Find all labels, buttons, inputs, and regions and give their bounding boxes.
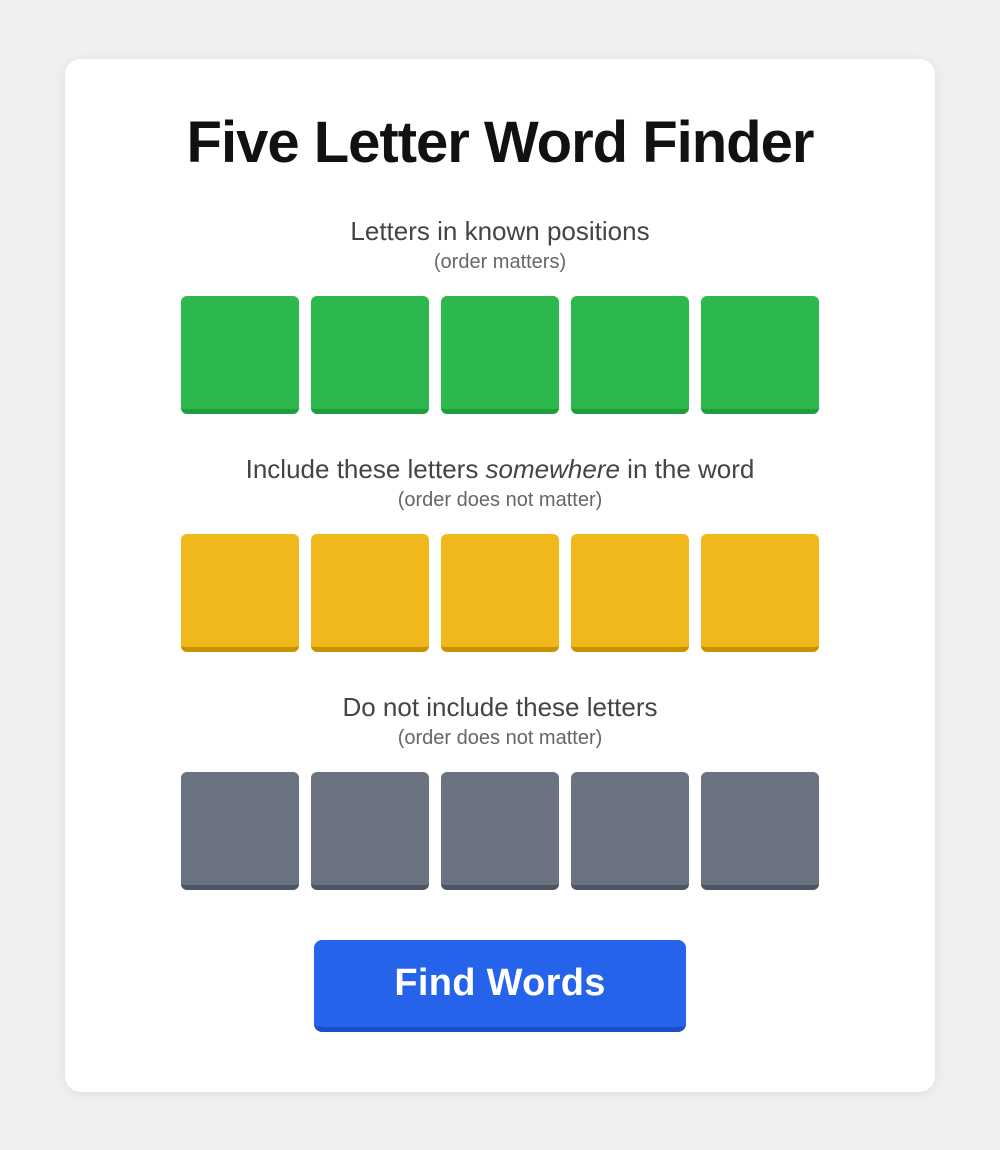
page-title: Five Letter Word Finder <box>187 109 814 176</box>
known-input-2[interactable] <box>311 296 429 409</box>
somewhere-input-3[interactable] <box>441 534 559 647</box>
somewhere-tile-1[interactable] <box>181 534 299 652</box>
exclude-tile-2[interactable] <box>311 772 429 890</box>
exclude-tile-1[interactable] <box>181 772 299 890</box>
known-positions-subtitle: (order matters) <box>434 251 566 274</box>
known-input-4[interactable] <box>571 296 689 409</box>
exclude-title: Do not include these letters <box>342 692 657 723</box>
exclude-input-5[interactable] <box>701 772 819 885</box>
somewhere-input-4[interactable] <box>571 534 689 647</box>
known-input-5[interactable] <box>701 296 819 409</box>
somewhere-title-prefix: Include these letters <box>246 454 486 484</box>
somewhere-input-5[interactable] <box>701 534 819 647</box>
somewhere-tile-3[interactable] <box>441 534 559 652</box>
known-tile-2[interactable] <box>311 296 429 414</box>
known-positions-tiles <box>181 296 819 414</box>
somewhere-tile-2[interactable] <box>311 534 429 652</box>
somewhere-tiles <box>181 534 819 652</box>
somewhere-title-suffix: in the word <box>620 454 754 484</box>
somewhere-title: Include these letters somewhere in the w… <box>246 454 755 485</box>
exclude-tile-5[interactable] <box>701 772 819 890</box>
exclude-input-1[interactable] <box>181 772 299 885</box>
known-tile-1[interactable] <box>181 296 299 414</box>
exclude-input-4[interactable] <box>571 772 689 885</box>
exclude-input-2[interactable] <box>311 772 429 885</box>
exclude-subtitle: (order does not matter) <box>398 727 603 750</box>
known-positions-title: Letters in known positions <box>350 216 649 247</box>
exclude-tile-4[interactable] <box>571 772 689 890</box>
known-input-1[interactable] <box>181 296 299 409</box>
somewhere-title-italic: somewhere <box>486 454 620 484</box>
known-tile-5[interactable] <box>701 296 819 414</box>
somewhere-input-2[interactable] <box>311 534 429 647</box>
exclude-input-3[interactable] <box>441 772 559 885</box>
somewhere-subtitle: (order does not matter) <box>398 489 603 512</box>
known-tile-4[interactable] <box>571 296 689 414</box>
exclude-section: Do not include these letters (order does… <box>145 692 855 890</box>
somewhere-tile-5[interactable] <box>701 534 819 652</box>
known-input-3[interactable] <box>441 296 559 409</box>
known-positions-section: Letters in known positions (order matter… <box>145 216 855 414</box>
somewhere-input-1[interactable] <box>181 534 299 647</box>
exclude-tiles <box>181 772 819 890</box>
exclude-tile-3[interactable] <box>441 772 559 890</box>
somewhere-tile-4[interactable] <box>571 534 689 652</box>
known-tile-3[interactable] <box>441 296 559 414</box>
find-words-button[interactable]: Find Words <box>314 940 685 1032</box>
somewhere-section: Include these letters somewhere in the w… <box>145 454 855 652</box>
main-card: Five Letter Word Finder Letters in known… <box>65 59 935 1092</box>
